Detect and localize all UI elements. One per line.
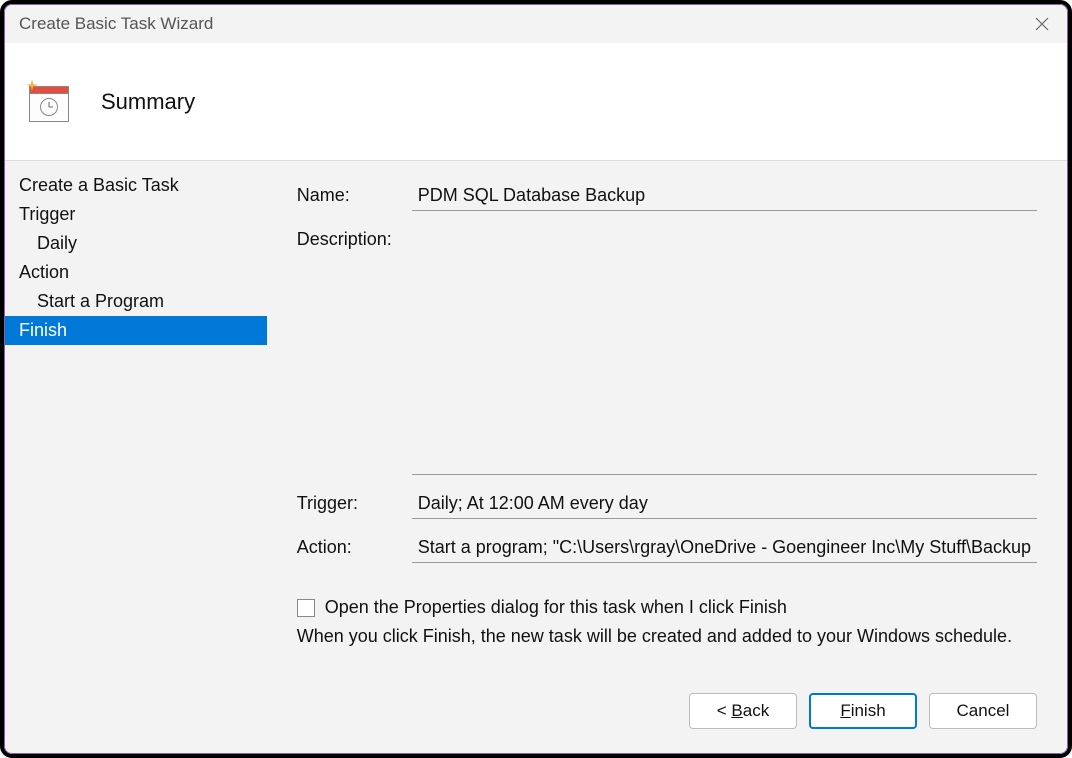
wizard-steps-sidebar: Create a Basic Task Trigger Daily Action… bbox=[5, 161, 267, 673]
action-value[interactable]: Start a program; "C:\Users\rgray\OneDriv… bbox=[412, 533, 1037, 563]
wizard-buttons: < Back Finish Cancel bbox=[5, 673, 1067, 753]
close-icon bbox=[1035, 17, 1049, 31]
sidebar-item-daily[interactable]: Daily bbox=[5, 229, 267, 258]
description-input[interactable] bbox=[412, 225, 1037, 475]
description-label: Description: bbox=[297, 225, 412, 250]
sidebar-item-start-program[interactable]: Start a Program bbox=[5, 287, 267, 316]
sidebar-item-create-basic-task[interactable]: Create a Basic Task bbox=[5, 171, 267, 200]
name-input[interactable] bbox=[412, 181, 1037, 211]
action-label: Action: bbox=[297, 533, 412, 558]
summary-panel: Name: Description: Trigger: Daily; At 12… bbox=[267, 161, 1067, 673]
name-label: Name: bbox=[297, 181, 412, 206]
open-properties-label[interactable]: Open the Properties dialog for this task… bbox=[325, 597, 787, 618]
task-scheduler-icon bbox=[29, 82, 69, 122]
page-title: Summary bbox=[101, 89, 195, 115]
finish-hint-text: When you click Finish, the new task will… bbox=[297, 626, 1037, 647]
trigger-value[interactable]: Daily; At 12:00 AM every day bbox=[412, 489, 1037, 519]
sidebar-item-finish[interactable]: Finish bbox=[5, 316, 267, 345]
sidebar-item-action[interactable]: Action bbox=[5, 258, 267, 287]
window-title: Create Basic Task Wizard bbox=[19, 14, 213, 34]
finish-button[interactable]: Finish bbox=[809, 693, 917, 729]
titlebar: Create Basic Task Wizard bbox=[5, 5, 1067, 43]
open-properties-checkbox[interactable] bbox=[297, 599, 315, 617]
trigger-label: Trigger: bbox=[297, 489, 412, 514]
sidebar-item-trigger[interactable]: Trigger bbox=[5, 200, 267, 229]
back-button[interactable]: < Back bbox=[689, 693, 797, 729]
cancel-button[interactable]: Cancel bbox=[929, 693, 1037, 729]
wizard-header: Summary bbox=[5, 43, 1067, 161]
close-button[interactable] bbox=[1027, 9, 1057, 39]
